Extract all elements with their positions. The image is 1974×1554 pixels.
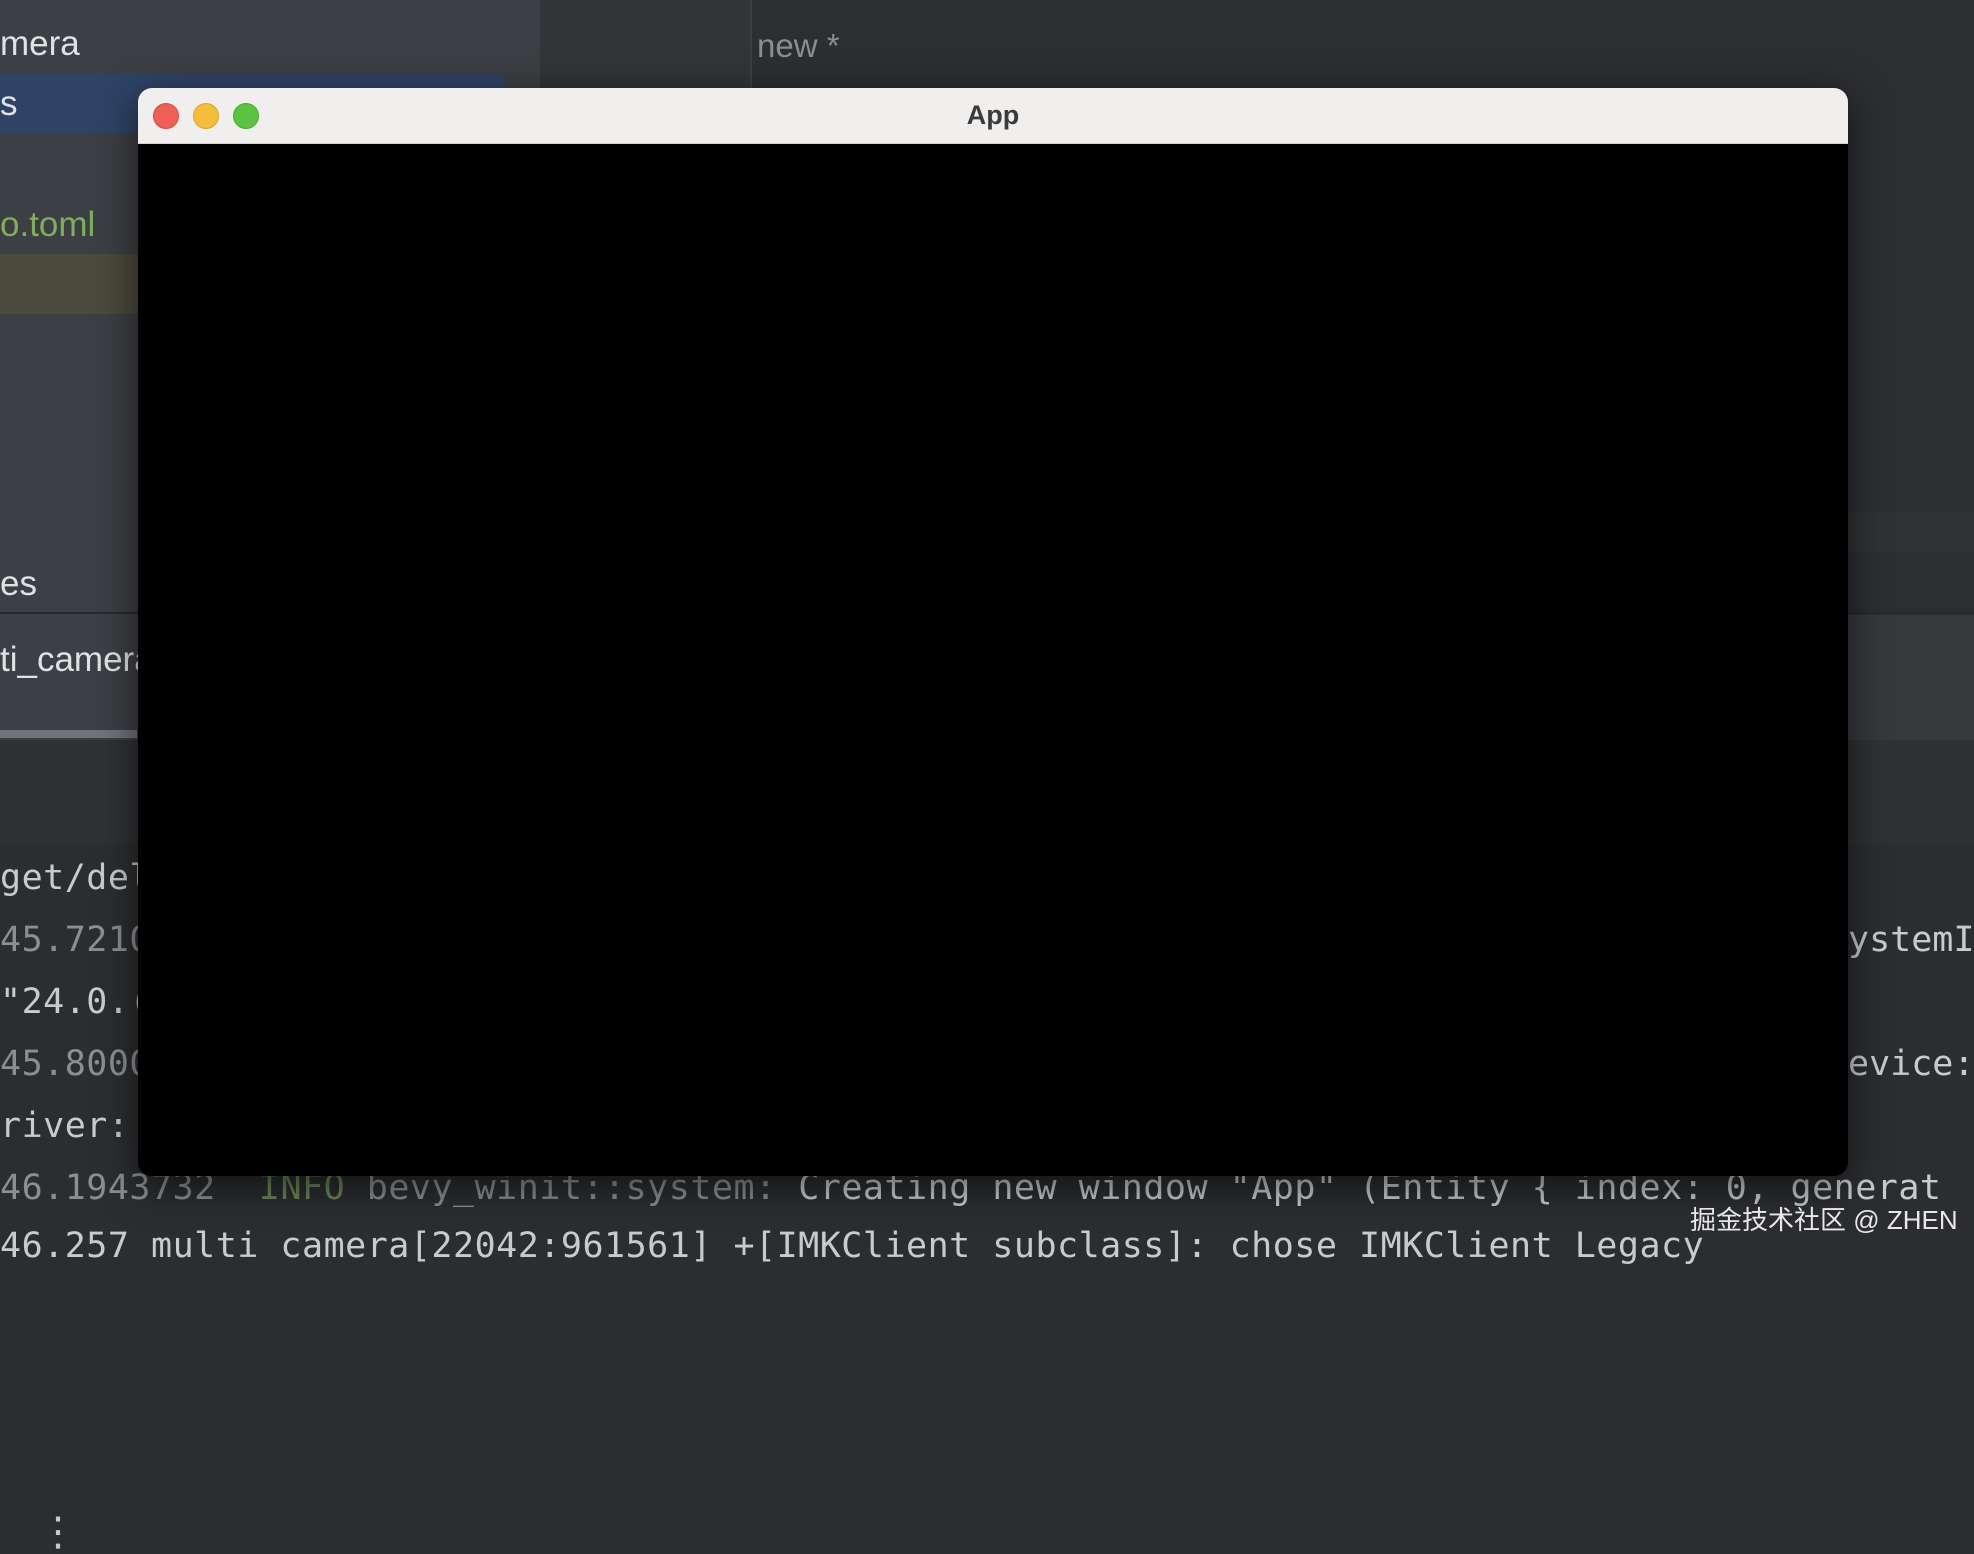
window-titlebar[interactable]: App xyxy=(138,88,1848,144)
console-line: river: xyxy=(0,1106,130,1146)
tree-item-external-libraries[interactable]: es xyxy=(0,564,37,604)
console-line-fragment: evice: xyxy=(1848,1044,1974,1084)
tree-item-folder[interactable]: mera xyxy=(0,24,80,64)
app-window: App xyxy=(138,88,1848,1176)
tree-item-label: s xyxy=(0,84,18,123)
render-canvas[interactable] xyxy=(138,144,1848,1176)
window-title: App xyxy=(966,100,1020,130)
run-tab-scrollbar[interactable] xyxy=(0,730,137,738)
editor-gutter xyxy=(750,0,752,90)
more-vertical-icon[interactable]: ⋮ xyxy=(38,1512,78,1552)
console-line: 45.8000 xyxy=(0,1044,152,1084)
run-tab-bar-right xyxy=(1848,615,1974,740)
console-line: "24.0.( xyxy=(0,982,152,1022)
editor-strip xyxy=(1848,512,1974,552)
console-line-fragment: ystemI xyxy=(1848,920,1974,960)
console-line: get/del xyxy=(0,858,152,898)
console-line: 45.7210 xyxy=(0,920,152,960)
editor-placeholder: new * xyxy=(757,27,840,64)
run-tab-multi-camera[interactable]: ti_camera xyxy=(0,640,154,680)
tree-item-cargo-toml[interactable]: o.toml xyxy=(0,205,95,245)
console-line: 46.257 multi camera[22042:961561] +[IMKC… xyxy=(0,1226,1705,1266)
watermark: 掘金技术社区 @ ZHEN xyxy=(1690,1205,1958,1235)
